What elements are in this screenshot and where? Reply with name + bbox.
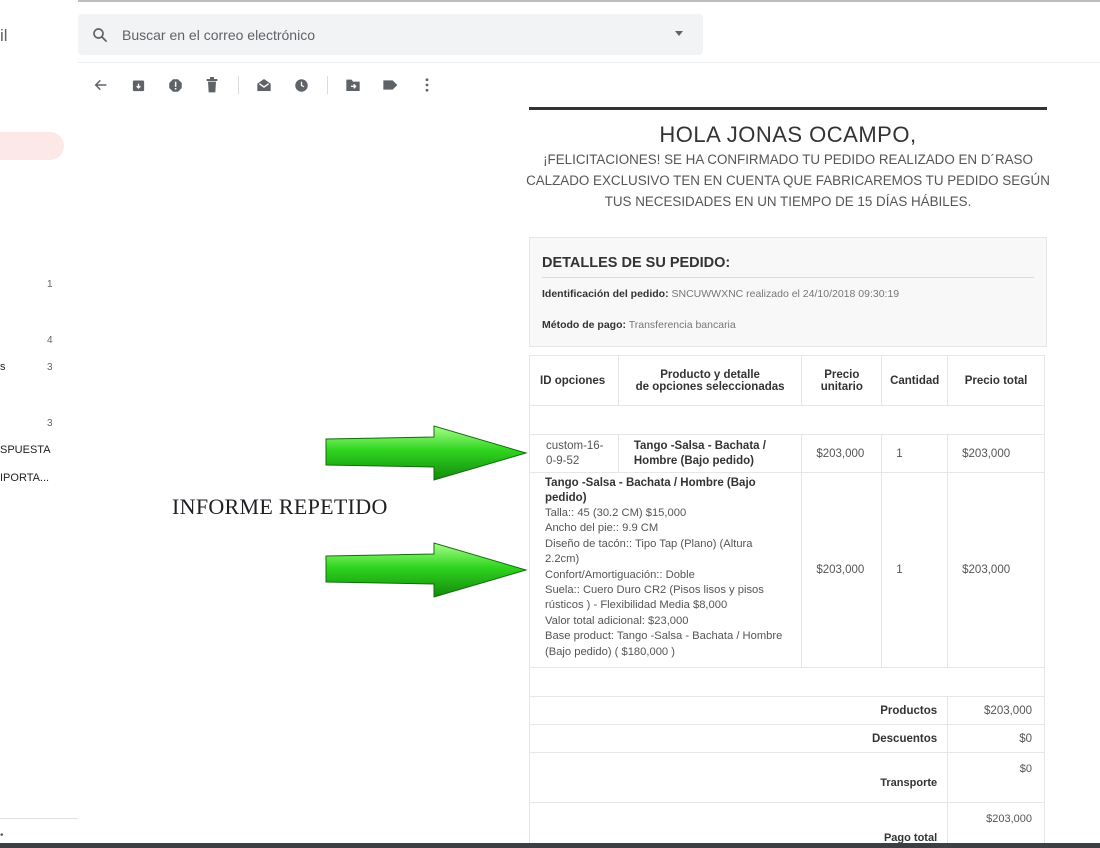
detail-line: Diseño de tacón:: Tipo Tap (Plano) (Altu… — [545, 537, 753, 550]
message-toolbar — [88, 72, 451, 98]
sidebar-item-inbox[interactable] — [0, 132, 64, 160]
column-header-unit-line1: Precio — [824, 368, 860, 381]
toolbar-separator — [327, 76, 328, 94]
sidebar-more-icon[interactable]: • — [0, 830, 4, 841]
sidebar-item-label[interactable]: s — [0, 361, 6, 373]
table-row: Tango -Salsa - Bachata / Hombre (Bajo ped… — [528, 472, 1045, 668]
column-header-product: Producto y detalle de opciones selecciona… — [617, 355, 803, 406]
detail-line: Valor total adicional: $23,000 — [545, 614, 689, 627]
summary-value: $0 — [947, 724, 1045, 753]
search-options-dropdown-icon[interactable] — [675, 31, 683, 36]
column-header-product-line1: Producto y detalle — [660, 368, 760, 381]
summary-label: Descuentos — [528, 724, 949, 753]
detail-line: Ancho del pie:: 9.9 CM — [545, 522, 659, 535]
report-spam-icon[interactable] — [162, 72, 188, 98]
archive-icon[interactable] — [125, 72, 151, 98]
sidebar-divider — [0, 818, 78, 819]
summary-label: Pago total — [528, 802, 949, 848]
detail-line: (Bajo pedido) ( $180,000 ) — [545, 645, 675, 658]
header-divider — [78, 62, 1100, 63]
window-bottom-border — [0, 843, 1100, 848]
annotation-text: INFORME REPETIDO — [172, 494, 388, 519]
product-line2: Hombre (Bajo pedido) — [633, 454, 754, 467]
search-input[interactable] — [122, 26, 642, 43]
payment-method-line: Método de pago: Transferencia bancaria — [542, 319, 1034, 331]
option-id-line2: 0-9-52 — [546, 454, 580, 467]
table-spacer-row — [529, 405, 1045, 435]
email-header-bar — [529, 107, 1047, 110]
label-tag-icon[interactable] — [377, 72, 403, 98]
detail-line: Base product: Tango -Salsa - Bachata / H… — [545, 630, 783, 643]
total-price-cell: $203,000 — [947, 472, 1045, 668]
green-arrow-icon — [325, 425, 528, 481]
detail-line: 2.2cm) — [545, 553, 580, 566]
table-row: custom-16- 0-9-52 Tango -Salsa - Bachata … — [529, 434, 1045, 473]
column-header-total-price: Precio total — [947, 355, 1045, 406]
detail-line: Confort/Amortiguación:: Doble — [545, 568, 695, 581]
more-options-icon[interactable] — [414, 72, 440, 98]
quantity-cell: 1 — [881, 434, 949, 473]
email-greeting: HOLA JONAS OCAMPO, — [659, 122, 917, 147]
summary-value: $203,000 — [947, 802, 1045, 848]
detail-line: rústicos ) - Flexibilidad Media $8,000 — [545, 599, 728, 612]
green-arrow-icon — [325, 542, 528, 598]
sidebar: il 1 4 s 3 3 SPUESTA IPORTA... • — [0, 0, 78, 843]
summary-value: $0 — [947, 752, 1045, 803]
sidebar-count: 1 — [47, 279, 53, 290]
column-header-quantity: Cantidad — [881, 355, 949, 406]
product-detail-title-line2: pedido) — [545, 492, 587, 504]
sidebar-item-label[interactable]: IPORTA... — [0, 472, 49, 484]
payment-method-label: Método de pago: — [542, 319, 626, 331]
total-price-cell: $203,000 — [947, 434, 1045, 473]
summary-label: Transporte — [528, 752, 949, 803]
unit-price-cell: $203,000 — [801, 472, 883, 668]
move-to-folder-icon[interactable] — [340, 72, 366, 98]
table-spacer-row — [529, 667, 1045, 697]
order-id-line: Identificación del pedido: SNCUWWXNC rea… — [542, 288, 1034, 300]
detail-line: Talla:: 45 (30.2 CM) $15,000 — [545, 507, 687, 519]
column-header-unit-price: Precio unitario — [801, 355, 883, 406]
column-header-unit-line2: unitario — [820, 380, 863, 393]
product-detail-title-line1: Tango -Salsa - Bachata / Hombre (Bajo — [545, 477, 756, 489]
payment-method-value: Transferencia bancaria — [628, 319, 736, 331]
table-header-row: ID opciones Producto y detalle de opcione… — [529, 355, 1045, 406]
search-bar — [78, 14, 703, 55]
mark-as-unread-icon[interactable] — [251, 72, 277, 98]
unit-price-cell: $203,000 — [801, 434, 883, 473]
order-details-title: DETALLES DE SU PEDIDO: — [542, 255, 1034, 278]
detail-line: Suela:: Cuero Duro CR2 (Pisos lisos y pi… — [545, 584, 764, 597]
quantity-cell: 1 — [881, 472, 949, 668]
option-id-cell: custom-16- 0-9-52 — [529, 434, 619, 473]
back-arrow-icon[interactable] — [88, 72, 114, 98]
sidebar-item-label[interactable]: SPUESTA — [0, 444, 51, 456]
product-line1: Tango -Salsa - Bachata / — [633, 439, 766, 452]
sidebar-count: 4 — [47, 335, 53, 346]
order-details-box: DETALLES DE SU PEDIDO: Identificación de… — [529, 237, 1047, 347]
product-detail-cell: Tango -Salsa - Bachata / Hombre (Bajo ped… — [528, 472, 803, 668]
delete-icon[interactable] — [199, 72, 225, 98]
product-cell: Tango -Salsa - Bachata / Hombre (Bajo ped… — [617, 434, 803, 473]
search-icon[interactable] — [78, 14, 122, 55]
summary-row-total: Pago total $203,000 — [528, 802, 1045, 848]
email-congrats-message: ¡FELICITACIONES! SE HA CONFIRMADO TU PED… — [526, 152, 1050, 209]
window-top-border — [0, 0, 1100, 2]
sidebar-count: 3 — [47, 362, 53, 373]
gmail-logo-fragment: il — [0, 26, 8, 45]
sidebar-count: 3 — [47, 418, 53, 429]
option-id-line1: custom-16- — [546, 439, 604, 452]
summary-label: Productos — [528, 696, 949, 725]
summary-value: $203,000 — [947, 696, 1045, 725]
summary-row-shipping: Transporte $0 — [528, 752, 1045, 803]
snooze-clock-icon[interactable] — [288, 72, 314, 98]
toolbar-separator — [238, 76, 239, 94]
column-header-product-line2: de opciones seleccionadas — [635, 380, 785, 393]
order-id-label: Identificación del pedido: — [542, 288, 669, 300]
email-body: HOLA JONAS OCAMPO, ¡FELICITACIONES! SE H… — [526, 107, 1050, 848]
summary-row-discounts: Descuentos $0 — [528, 724, 1045, 753]
summary-row-products: Productos $203,000 — [528, 696, 1045, 725]
order-table: ID opciones Producto y detalle de opcione… — [528, 355, 1045, 848]
product-detail-title: Tango -Salsa - Bachata / Hombre (Bajo ped… — [545, 476, 801, 506]
order-id-value: SNCUWWXNC realizado el 24/10/2018 09:30:… — [671, 288, 900, 300]
column-header-id: ID opciones — [529, 355, 619, 406]
